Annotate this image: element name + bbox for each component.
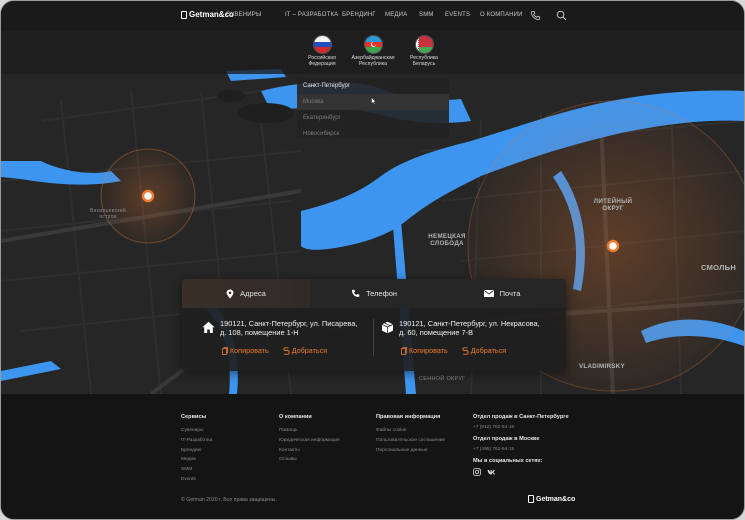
russia-flag-icon <box>313 36 331 53</box>
footer-heading: Правовая информация <box>376 414 441 420</box>
map-label-vladimirsky: VLADIMIRSKY <box>579 363 625 370</box>
footer-link[interactable]: SMM <box>181 465 212 475</box>
address-line2: д. 60, помещение 7-В <box>399 328 474 337</box>
copy-label: Копировать <box>409 346 448 355</box>
city-option-novosibirsk[interactable]: Новосибирск <box>297 126 449 142</box>
logo-icon <box>181 10 187 19</box>
address-text: 190121, Санкт-Петербург, ул. Некрасова, … <box>399 319 566 337</box>
map-label-liteiny: ЛИТЕЙНЫЙ ОКРУГ <box>593 198 633 212</box>
footer-column-sales: Отдел продаж в Санкт-Петербурге +7 (812)… <box>473 414 569 476</box>
location-pin-icon <box>226 289 234 298</box>
address-line2: д. 108, помещение 1-Н <box>220 328 299 337</box>
address-divider <box>373 319 374 356</box>
nav-about[interactable]: О КОМПАНИИ <box>480 12 523 18</box>
address-actions: Копировать Добраться <box>401 346 506 355</box>
social-links <box>473 467 569 476</box>
nav-events[interactable]: EVENTS <box>445 12 470 18</box>
footer-link[interactable]: Брендинг <box>181 446 212 456</box>
tab-addresses[interactable]: Адреса <box>182 279 310 308</box>
map-label-vasilevsky: Васильевский остров <box>89 208 127 220</box>
address-text: 190121, Санкт-Петербург, ул. Писарева, д… <box>220 319 390 337</box>
route-label: Добраться <box>470 346 507 355</box>
sales-spb-heading: Отдел продаж в Санкт-Петербурге <box>473 414 569 420</box>
footer-column-services: Сервисы Сувениры IT-Разработка Брендинг … <box>181 414 212 485</box>
copy-icon <box>222 346 228 355</box>
nav-smm[interactable]: SMM <box>419 12 434 18</box>
footer-logo[interactable]: Getman&co <box>528 495 575 503</box>
city-option-ekaterinburg[interactable]: Екатеринбург <box>297 110 449 126</box>
route-button[interactable]: Добраться <box>462 346 506 355</box>
phone-icon <box>351 289 360 298</box>
footer-link[interactable]: Файлы cookie <box>376 426 445 436</box>
copy-label: Копировать <box>230 346 269 355</box>
browser-frame: Васильевский остров ЛИТЕЙНЫЙ ОКРУГ НЕМЕЦ… <box>0 0 745 520</box>
map-label-nemetskaya: НЕМЕЦКАЯ СЛОБОДА <box>428 233 466 247</box>
country-label-line2: Беларусь <box>412 60 436 67</box>
map-label-sennoy: СЕННОЙ ОКРУГ <box>419 376 466 382</box>
tab-label: Телефон <box>365 289 398 298</box>
nav-media[interactable]: МЕДИА <box>385 12 407 18</box>
box-icon <box>381 321 394 334</box>
top-navigation: Getman&co СУВЕНИРЫ IT – РАЗРАБОТКА БРЕНД… <box>1 1 744 31</box>
house-icon <box>202 321 215 333</box>
footer-link[interactable]: Сувениры <box>181 426 212 436</box>
footer-heading: О компании <box>279 414 312 420</box>
footer-link[interactable]: IT-Разработка <box>181 436 212 446</box>
social-heading: Мы в социальных сетях: <box>473 457 543 464</box>
footer-link[interactable]: Отзывы <box>279 455 340 465</box>
address-actions: Копировать Добраться <box>222 346 327 355</box>
copy-icon <box>401 346 407 355</box>
phone-icon[interactable] <box>530 10 541 21</box>
footer-link[interactable]: Юридическая информация <box>279 436 340 446</box>
route-icon <box>462 346 469 355</box>
nav-branding[interactable]: БРЕНДИНГ <box>342 12 376 18</box>
nav-it-development[interactable]: IT – РАЗРАБОТКА <box>285 12 338 18</box>
nav-souvenirs[interactable]: СУВЕНИРЫ <box>226 12 262 18</box>
mouse-cursor-icon <box>371 97 377 105</box>
sales-spb-phone[interactable]: +7 (812) 762-54-15 <box>473 423 569 433</box>
logo-text: Getman&co <box>536 495 576 503</box>
footer-link[interactable]: Помощь <box>279 426 340 436</box>
footer-link[interactable]: Медиа <box>181 455 212 465</box>
instagram-icon[interactable] <box>473 467 481 476</box>
search-icon[interactable] <box>556 10 567 21</box>
azerbaijan-flag-icon <box>364 36 382 53</box>
tab-email[interactable]: Почта <box>438 279 566 308</box>
footer-heading: Сервисы <box>181 414 207 420</box>
copyright: © Getman 2020 г. Все права защищены. <box>181 497 277 503</box>
footer-link[interactable]: Пользовательское соглашение <box>376 436 445 446</box>
map-marker-nekrasova <box>606 239 620 253</box>
belarus-flag-icon <box>415 36 433 53</box>
sales-msk-phone[interactable]: +7 (495) 762-54-15 <box>473 445 569 455</box>
copy-button[interactable]: Копировать <box>401 346 448 355</box>
footer: Сервисы Сувениры IT-Разработка Брендинг … <box>1 394 744 519</box>
footer-link[interactable]: Events <box>181 475 212 485</box>
country-selector: Российская Федерация Азербайджанская Рес… <box>1 31 744 74</box>
contact-tabs: Адреса Телефон Почта <box>182 279 566 308</box>
map-label-smolny: СМОЛЬН <box>701 263 737 272</box>
copy-button[interactable]: Копировать <box>222 346 269 355</box>
route-button[interactable]: Добраться <box>283 346 327 355</box>
address-line1: 190121, Санкт-Петербург, ул. Писарева, <box>220 319 358 328</box>
route-label: Добраться <box>291 346 328 355</box>
map-marker-pisareva <box>141 189 155 203</box>
envelope-icon <box>483 290 494 297</box>
footer-link[interactable]: Контакты <box>279 446 340 456</box>
contact-card: Адреса Телефон Почта 190121, Санкт-Петер… <box>182 279 566 371</box>
route-icon <box>283 346 290 355</box>
vk-icon[interactable] <box>487 468 496 476</box>
sales-msk-heading: Отдел продаж в Москве <box>473 435 540 442</box>
tab-phone[interactable]: Телефон <box>310 279 438 308</box>
footer-column-legal: Правовая информация Файлы cookie Пользов… <box>376 414 445 455</box>
footer-link[interactable]: Персональные данные <box>376 446 445 456</box>
footer-column-about: О компании Помощь Юридическая информация… <box>279 414 340 465</box>
address-line1: 190121, Санкт-Петербург, ул. Некрасова, <box>399 319 540 328</box>
tab-label: Адреса <box>240 289 266 298</box>
country-belarus[interactable]: Республика Беларусь <box>394 36 454 67</box>
city-option-spb[interactable]: Санкт-Петербург <box>297 78 449 94</box>
logo-icon <box>528 495 534 503</box>
tab-label: Почта <box>499 289 521 298</box>
city-dropdown: Санкт-Петербург Москва Екатеринбург Ново… <box>297 78 449 138</box>
